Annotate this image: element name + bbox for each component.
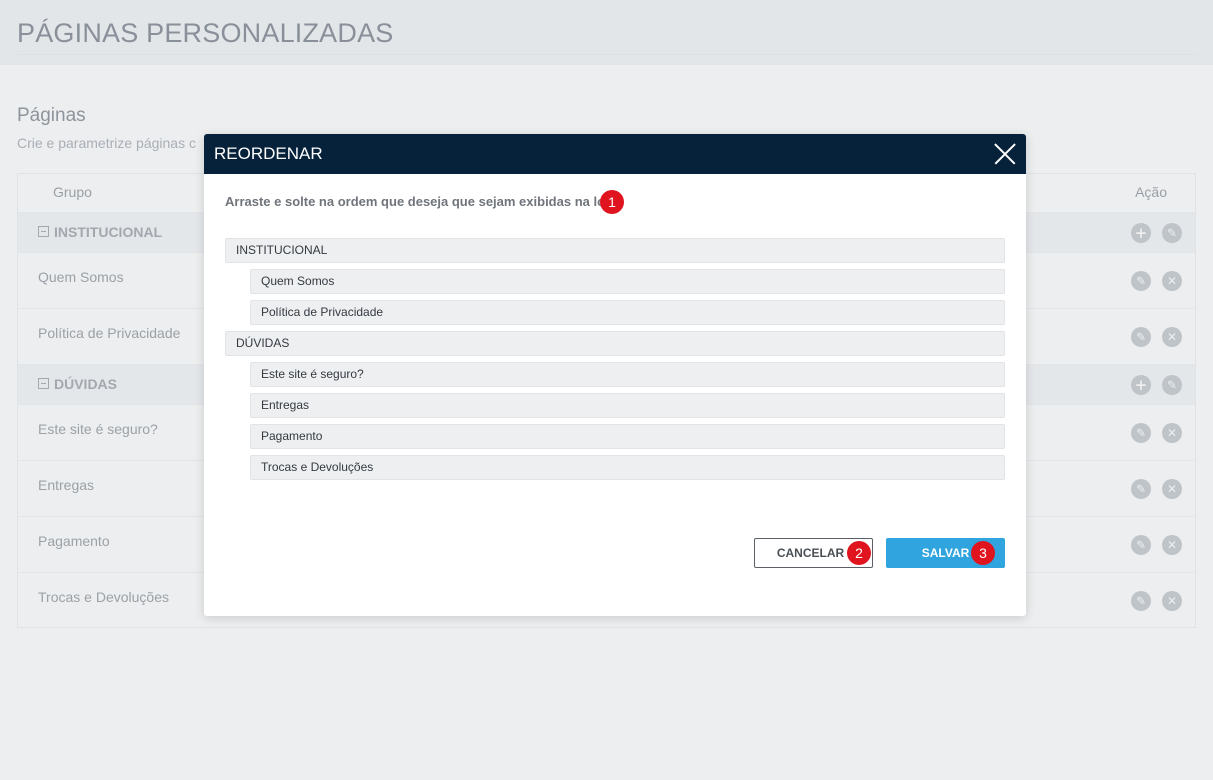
sortable-item[interactable]: Política de Privacidade xyxy=(250,300,1005,325)
plus-circle-icon[interactable]: + xyxy=(1131,374,1151,395)
step-badge: 3 xyxy=(971,541,995,565)
row-label: Quem Somos xyxy=(38,269,124,285)
instruction-text: Arraste e solte na ordem que deseja que … xyxy=(225,194,620,209)
close-circle-icon[interactable]: ✕ xyxy=(1162,326,1182,347)
row-label: Pagamento xyxy=(38,533,110,549)
column-header-action: Ação xyxy=(1135,184,1167,200)
sortable-item[interactable]: Entregas xyxy=(250,393,1005,418)
modal-instruction: Arraste e solte na ordem que deseja que … xyxy=(225,190,624,214)
sortable-item-group[interactable]: DÚVIDAS xyxy=(225,331,1005,356)
edit-icon[interactable]: ✎ xyxy=(1131,534,1151,555)
edit-icon[interactable]: ✎ xyxy=(1131,270,1151,291)
minus-square-icon[interactable] xyxy=(38,225,49,237)
group-label: DÚVIDAS xyxy=(54,376,118,392)
column-header-group: Grupo xyxy=(53,184,92,200)
section-title: Páginas xyxy=(17,105,86,126)
header-divider xyxy=(17,54,1197,55)
row-label: Política de Privacidade xyxy=(38,325,181,341)
cancel-button[interactable]: CANCELAR 2 xyxy=(754,538,873,568)
row-label: Este site é seguro? xyxy=(38,421,158,437)
sortable-item[interactable]: Pagamento xyxy=(250,424,1005,449)
section-subtitle: Crie e parametrize páginas c xyxy=(17,135,196,151)
close-circle-icon[interactable]: ✕ xyxy=(1162,590,1182,611)
edit-icon[interactable]: ✎ xyxy=(1162,374,1182,395)
modal-title: REORDENAR xyxy=(214,144,323,163)
modal-header: REORDENAR xyxy=(204,134,1026,174)
edit-icon[interactable]: ✎ xyxy=(1131,478,1151,499)
step-badge: 2 xyxy=(847,541,871,565)
close-circle-icon[interactable]: ✕ xyxy=(1162,478,1182,499)
page-header: PÁGINAS PERSONALIZADAS xyxy=(0,0,1213,65)
sortable-item-group[interactable]: INSTITUCIONAL xyxy=(225,238,1005,263)
row-label: Trocas e Devoluções xyxy=(38,589,169,605)
step-badge: 1 xyxy=(600,190,624,214)
minus-square-icon[interactable] xyxy=(38,377,49,389)
sortable-item[interactable]: Este site é seguro? xyxy=(250,362,1005,387)
edit-icon[interactable]: ✎ xyxy=(1162,222,1182,243)
close-circle-icon[interactable]: ✕ xyxy=(1162,422,1182,443)
row-label: Entregas xyxy=(38,477,95,493)
sortable-item[interactable]: Quem Somos xyxy=(250,269,1005,294)
edit-icon[interactable]: ✎ xyxy=(1131,422,1151,443)
close-circle-icon[interactable]: ✕ xyxy=(1162,270,1182,291)
cancel-label: CANCELAR xyxy=(776,546,845,560)
page-title: PÁGINAS PERSONALIZADAS xyxy=(17,18,394,48)
close-icon[interactable] xyxy=(994,143,1016,165)
group-label: INSTITUCIONAL xyxy=(54,224,163,240)
save-label: SALVAR xyxy=(921,546,970,560)
reorder-modal: REORDENAR Arraste e solte na ordem que d… xyxy=(204,134,1026,616)
edit-icon[interactable]: ✎ xyxy=(1131,590,1151,611)
plus-circle-icon[interactable]: + xyxy=(1131,222,1151,243)
close-circle-icon[interactable]: ✕ xyxy=(1162,534,1182,555)
save-button[interactable]: SALVAR 3 xyxy=(886,538,1005,568)
edit-icon[interactable]: ✎ xyxy=(1131,326,1151,347)
sortable-item[interactable]: Trocas e Devoluções xyxy=(250,455,1005,480)
